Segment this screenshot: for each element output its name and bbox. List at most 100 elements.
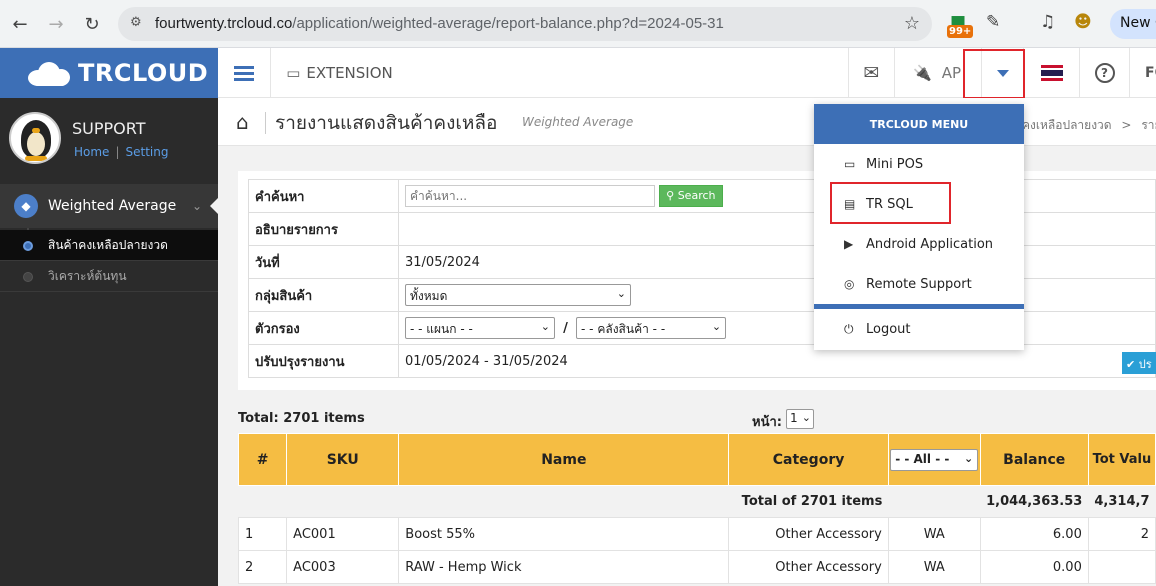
sidebar-item-label: สินค้าคงเหลือปลายงวด — [48, 237, 168, 252]
mail-icon[interactable]: ✉ — [848, 48, 894, 98]
sidebar-item-cost-analysis[interactable]: วิเคราะห์ต้นทุน — [0, 261, 218, 292]
col-balance[interactable]: Balance — [979, 433, 1089, 486]
cube-icon: ◆ — [14, 194, 38, 218]
row-name: RAW - Hemp Wick — [398, 550, 730, 584]
lifebuoy-icon: ◎ — [844, 277, 855, 291]
col-name[interactable]: Name — [398, 433, 730, 486]
menu-item-label: Logout — [866, 321, 911, 337]
menu-item-label: Remote Support — [866, 276, 972, 292]
cloud-icon — [24, 60, 72, 86]
breadcrumb: คงเหลือปลายงวด > ราย — [1022, 116, 1156, 135]
menu-item-mini-pos[interactable]: ▭ Mini POS — [814, 144, 1024, 184]
table-row[interactable]: 1 AC001 Boost 55% Other Accessory WA 6.0… — [237, 517, 1156, 551]
help-button[interactable]: ? — [1079, 48, 1129, 98]
language-flag-button[interactable] — [1023, 48, 1079, 98]
site-settings-icon[interactable]: ⚙ — [130, 15, 148, 33]
profile-icon[interactable]: ☻ — [1074, 12, 1092, 32]
home-link[interactable]: Home — [74, 145, 109, 159]
total-items: Total: 2701 items — [238, 411, 365, 426]
row-type: WA — [887, 517, 981, 551]
row-sku: AC001 — [286, 517, 400, 551]
row-value — [1087, 550, 1156, 584]
power-icon: ⏻ — [844, 321, 854, 336]
chevron-down-icon: ⌄ — [616, 287, 626, 300]
sidebar-item-label: วิเคราะห์ต้นทุน — [48, 268, 127, 283]
date-label: วันที่ — [248, 245, 399, 279]
logo-text: TRCLOUD — [78, 59, 209, 87]
table-row[interactable]: 2 AC003 RAW - Hemp Wick Other Accessory … — [237, 550, 1156, 584]
breadcrumb-item[interactable]: คงเหลือปลายงวด — [1022, 118, 1112, 132]
search-button-label: Search — [677, 189, 716, 202]
address-bar[interactable]: ⚙ fourtwenty.trcloud.co/application/weig… — [118, 7, 932, 41]
avatar[interactable] — [9, 112, 61, 164]
user-links: Home | Setting — [74, 145, 169, 159]
filter-label: ตัวกรอง — [248, 311, 399, 345]
description-label: อธิบายรายการ — [248, 212, 399, 246]
trcloud-menu-dropdown: TRCLOUD MENU ▭ Mini POS ▤ TR SQL ▶ Andro… — [814, 104, 1024, 350]
app-logo[interactable]: TRCLOUD — [0, 48, 218, 98]
sidebar-item-ending-inventory[interactable]: สินค้าคงเหลือปลายงวด — [0, 230, 218, 261]
breadcrumb-item[interactable]: ราย — [1141, 118, 1156, 132]
menu-item-android-app[interactable]: ▶ Android Application — [814, 224, 1024, 264]
fo-button[interactable]: FO — [1129, 48, 1156, 98]
setting-link[interactable]: Setting — [125, 145, 168, 159]
filter-separator: / — [563, 320, 568, 336]
department-select[interactable]: - - แผนก - - ⌄ — [405, 317, 555, 339]
update-report-button[interactable]: ✔ ปร — [1122, 352, 1156, 374]
forward-icon[interactable]: → — [42, 10, 70, 38]
warehouse-select[interactable]: - - คลังสินค้า - - ⌄ — [576, 317, 727, 339]
menu-item-remote-support[interactable]: ◎ Remote Support — [814, 264, 1024, 304]
dropdown-title: TRCLOUD MENU — [814, 104, 1024, 144]
reload-icon[interactable]: ↻ — [78, 10, 106, 38]
row-value: 2 — [1087, 517, 1156, 551]
page-label: หน้า: — [752, 415, 782, 430]
breadcrumb-separator: > — [1121, 118, 1132, 132]
back-icon[interactable]: ← — [6, 10, 34, 38]
puzzle-icon[interactable]: ✎ — [986, 12, 1000, 32]
page-select[interactable]: 1 ⌄ — [786, 409, 814, 429]
search-input[interactable] — [405, 185, 655, 207]
extension-button[interactable]: ▭ EXTENSION — [270, 48, 408, 98]
group-label: กลุ่มสินค้า — [248, 278, 399, 312]
media-icon[interactable]: ♫ — [1040, 12, 1055, 32]
update-label: ปรับปรุงรายงาน — [248, 344, 399, 378]
home-icon[interactable]: ⌂ — [236, 110, 249, 134]
row-no: 1 — [237, 517, 288, 551]
sidebar-menu-weighted-average[interactable]: ◆ Weighted Average ⌄ — [0, 184, 218, 228]
hamburger-menu-button[interactable] — [218, 48, 270, 98]
update-report-button-label: ปร — [1138, 358, 1152, 371]
row-no: 2 — [237, 550, 288, 584]
date-value: 31/05/2024 — [398, 245, 1156, 279]
bullet-icon — [23, 272, 33, 282]
plug-icon: 🔌 — [913, 64, 932, 82]
department-select-value: - - แผนก - - — [410, 322, 473, 336]
group-select[interactable]: ทั้งหมด ⌄ — [405, 284, 631, 306]
chevron-down-icon: ⌄ — [801, 411, 811, 424]
col-sku[interactable]: SKU — [286, 433, 400, 486]
laptop-icon: ▭ — [844, 157, 856, 171]
question-icon: ? — [1094, 63, 1115, 83]
inventory-table: # SKU Name Category - - All - - ⌄ Balanc… — [237, 433, 1156, 584]
menu-item-logout[interactable]: ⏻ Logout — [814, 309, 1024, 349]
search-button[interactable]: ⚲ Search — [659, 185, 723, 207]
bookmark-star-icon[interactable]: ☆ — [904, 13, 920, 34]
new-chrome-button[interactable]: New C — [1110, 9, 1156, 39]
update-range-value: 01/05/2024 - 31/05/2024 — [398, 344, 1156, 378]
monitor-icon: ▭ — [286, 64, 301, 82]
extension-badge: 99+ — [947, 25, 974, 38]
row-name: Boost 55% — [398, 517, 730, 551]
bullet-icon — [23, 241, 33, 251]
user-name: SUPPORT — [72, 119, 146, 138]
chevron-down-icon: ⌄ — [191, 199, 202, 213]
sidebar-menu-label: Weighted Average — [48, 198, 177, 214]
search-label: คำค้นหา — [248, 179, 399, 213]
table-header-row: # SKU Name Category - - All - - ⌄ Balanc… — [237, 433, 1156, 486]
chevron-down-icon: ⌄ — [963, 451, 974, 465]
user-panel: SUPPORT Home | Setting — [0, 98, 218, 182]
col-category[interactable]: Category — [728, 433, 889, 486]
row-sku: AC003 — [286, 550, 400, 584]
col-no[interactable]: # — [237, 433, 288, 486]
col-total-value[interactable]: Tot Valu — [1087, 433, 1156, 486]
highlight-box-dropdown — [963, 49, 1025, 99]
category-filter-select[interactable]: - - All - - ⌄ — [890, 448, 979, 471]
